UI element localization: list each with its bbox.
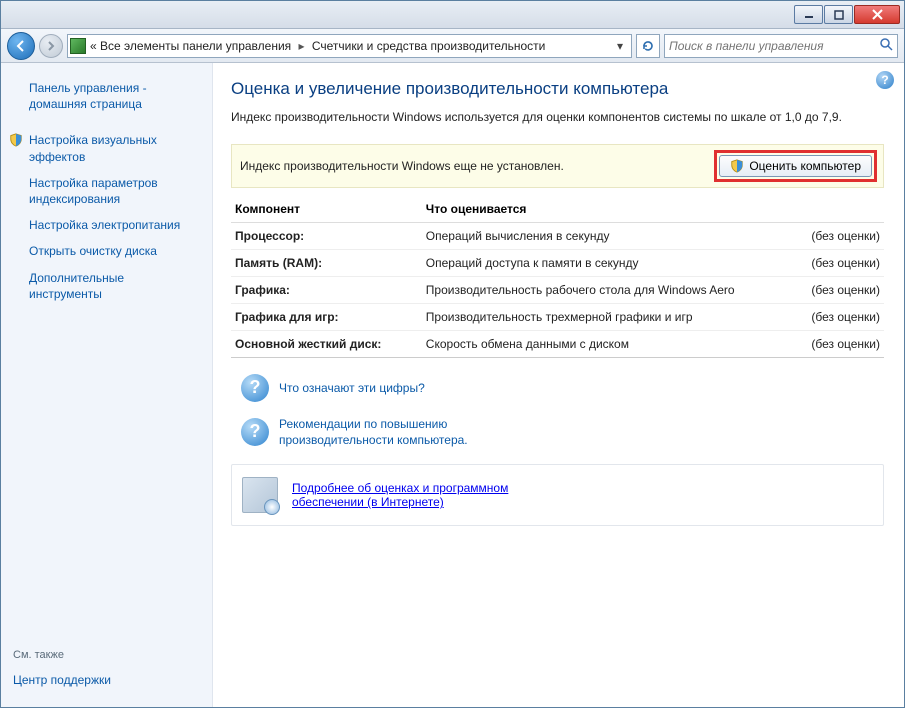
cell-score: (без оценки) — [794, 222, 884, 249]
cell-score: (без оценки) — [794, 276, 884, 303]
content: ? Оценка и увеличение производительности… — [213, 63, 904, 707]
alert-row: Индекс производительности Windows еще не… — [231, 144, 884, 188]
sidebar-item-power[interactable]: Настройка электропитания — [11, 212, 202, 238]
close-button[interactable] — [854, 5, 900, 24]
col-score — [794, 196, 884, 223]
sidebar-item-disk-cleanup[interactable]: Открыть очистку диска — [11, 238, 202, 264]
see-also-heading: См. также — [11, 646, 202, 667]
search-icon[interactable] — [879, 37, 893, 54]
cell-score: (без оценки) — [794, 249, 884, 276]
forward-button[interactable] — [39, 34, 63, 58]
question-icon: ? — [241, 418, 269, 446]
software-box: Подробнее об оценках и программном обесп… — [231, 464, 884, 526]
see-also-action-center[interactable]: Центр поддержки — [11, 667, 202, 693]
cell-what: Скорость обмена данными с диском — [422, 330, 794, 357]
sidebar-item-visual-effects[interactable]: Настройка визуальных эффектов — [11, 127, 202, 169]
software-icon — [242, 477, 278, 513]
minimize-button[interactable] — [794, 5, 823, 24]
page-title: Оценка и увеличение производительности к… — [231, 79, 884, 99]
cell-what: Операций доступа к памяти в секунду — [422, 249, 794, 276]
link-perf-recommendations[interactable]: Рекомендации по повышению производительн… — [279, 416, 539, 448]
sidebar-item-indexing[interactable]: Настройка параметров индексирования — [11, 170, 202, 212]
table-row: Память (RAM):Операций доступа к памяти в… — [231, 249, 884, 276]
cell-component: Память (RAM): — [231, 249, 422, 276]
breadcrumb: « Все элементы панели управления ▸ Счетч… — [90, 39, 607, 53]
table-row: Графика:Производительность рабочего стол… — [231, 276, 884, 303]
sidebar-item-tools[interactable]: Дополнительные инструменты — [11, 265, 202, 307]
link-software-online[interactable]: Подробнее об оценках и программном обесп… — [292, 481, 532, 509]
help-icon[interactable]: ? — [876, 71, 894, 89]
table-row: Основной жесткий диск:Скорость обмена да… — [231, 330, 884, 357]
refresh-button[interactable] — [636, 34, 660, 58]
rate-computer-button[interactable]: Оценить компьютер — [719, 155, 872, 177]
rate-button-label: Оценить компьютер — [749, 159, 861, 173]
search-input[interactable] — [669, 39, 879, 53]
table-row: Графика для игр:Производительность трехм… — [231, 303, 884, 330]
sidebar-home-link[interactable]: Панель управления - домашняя страница — [11, 75, 202, 117]
shield-icon — [9, 133, 23, 147]
sidebar-item-label: Дополнительные инструменты — [29, 271, 124, 301]
cell-component: Основной жесткий диск: — [231, 330, 422, 357]
intro-text: Индекс производительности Windows исполь… — [231, 109, 871, 126]
cell-component: Графика для игр: — [231, 303, 422, 330]
cell-component: Графика: — [231, 276, 422, 303]
chevron-right-icon: ▸ — [299, 39, 305, 53]
sidebar: Панель управления - домашняя страница На… — [1, 63, 213, 707]
navbar: « Все элементы панели управления ▸ Счетч… — [1, 29, 904, 63]
control-panel-icon — [70, 38, 86, 54]
cell-score: (без оценки) — [794, 330, 884, 357]
cell-what: Производительность трехмерной графики и … — [422, 303, 794, 330]
address-bar[interactable]: « Все элементы панели управления ▸ Счетч… — [67, 34, 632, 58]
col-what: Что оценивается — [422, 196, 794, 223]
search-box[interactable] — [664, 34, 898, 58]
body: Панель управления - домашняя страница На… — [1, 63, 904, 707]
sidebar-item-label: Открыть очистку диска — [29, 244, 157, 258]
breadcrumb-level2[interactable]: Счетчики и средства производительности — [312, 39, 545, 53]
breadcrumb-level1[interactable]: Все элементы панели управления — [100, 39, 291, 53]
link-what-numbers-mean[interactable]: Что означают эти цифры? — [279, 380, 425, 396]
question-icon: ? — [241, 374, 269, 402]
alert-text: Индекс производительности Windows еще не… — [240, 159, 714, 173]
cell-score: (без оценки) — [794, 303, 884, 330]
maximize-button[interactable] — [824, 5, 853, 24]
rate-highlight: Оценить компьютер — [714, 150, 877, 182]
table-row: Процессор:Операций вычисления в секунду(… — [231, 222, 884, 249]
breadcrumb-prefix: « — [90, 39, 97, 53]
cell-component: Процессор: — [231, 222, 422, 249]
components-table: Компонент Что оценивается Процессор:Опер… — [231, 196, 884, 358]
address-dropdown[interactable]: ▾ — [611, 35, 629, 57]
back-button[interactable] — [7, 32, 35, 60]
cell-what: Операций вычисления в секунду — [422, 222, 794, 249]
titlebar — [1, 1, 904, 29]
sidebar-item-label: Настройка параметров индексирования — [29, 176, 158, 206]
sidebar-item-label: Настройка визуальных эффектов — [29, 133, 157, 163]
col-component: Компонент — [231, 196, 422, 223]
control-panel-window: « Все элементы панели управления ▸ Счетч… — [0, 0, 905, 708]
help-links: ? Что означают эти цифры? ? Рекомендации… — [231, 372, 884, 450]
sidebar-item-label: Настройка электропитания — [29, 218, 180, 232]
shield-icon — [730, 159, 744, 173]
sidebar-footer: См. также Центр поддержки — [11, 646, 202, 693]
cell-what: Производительность рабочего стола для Wi… — [422, 276, 794, 303]
